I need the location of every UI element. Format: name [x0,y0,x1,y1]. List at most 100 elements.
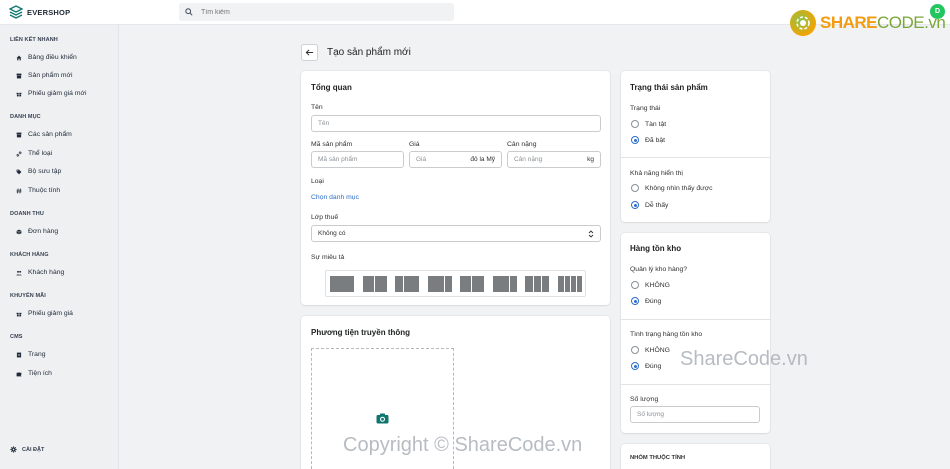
tax-class-select[interactable]: Không có [311,225,601,242]
radio-button-selected[interactable] [631,297,639,305]
sidebar-item-label: Các sản phẩm [28,131,72,138]
description-editor-toolbar [325,270,586,297]
sidebar-item-label: Thuộc tính [28,187,61,194]
inventory-title: Hàng tồn kho [630,244,682,253]
manage-stock-option-yes[interactable]: Đúng [631,297,661,305]
radio-button-selected[interactable] [631,201,639,209]
archive-icon [16,132,22,137]
editor-block-button[interactable] [363,276,387,292]
search-input[interactable] [201,8,441,16]
product-status-title: Trạng thái sản phẩm [630,83,708,92]
sidebar-item-pages[interactable]: Trang [16,351,46,358]
search-bar[interactable] [179,3,454,21]
sidebar-item-new-product[interactable]: Sản phẩm mới [16,72,73,79]
back-button[interactable] [301,44,318,61]
editor-block-button[interactable] [558,276,582,292]
sidebar-section-promotions: KHUYẾN MÃI [10,293,46,299]
gift-icon [16,91,22,96]
tag-icon [16,169,22,174]
weight-suffix: kg [587,156,594,163]
radio-button-selected[interactable] [631,136,639,144]
editor-block-button[interactable] [330,276,354,292]
sidebar-item-attributes[interactable]: Thuộc tính [16,187,60,194]
sku-field[interactable]: Mã sản phẩm [311,151,404,168]
name-field[interactable]: Tên [311,115,601,132]
hash-icon [16,188,22,193]
sidebar-item-label: Sản phẩm mới [28,72,73,79]
sidebar-item-widgets[interactable]: Tiện ích [16,370,52,377]
editor-block-button[interactable] [525,276,549,292]
radio-button[interactable] [631,120,639,128]
overview-title: Tổng quan [311,83,352,92]
sidebar: LIÊN KẾT NHANH Bảng điều khiển Sản phẩm … [0,25,119,469]
sidebar-item-collections[interactable]: Bộ sưu tập [16,168,61,175]
copyright-watermark: Copyright © ShareCode.vn [343,434,583,456]
stock-status-label: Tình trạng hàng tồn kho [630,331,703,338]
visibility-option-label: Dễ thấy [645,201,669,209]
sidebar-item-label: Bộ sưu tập [28,168,62,175]
home-icon [16,55,22,60]
quantity-label: Số lượng [630,396,659,403]
sidebar-item-label: Thể loại [28,150,53,157]
sidebar-item-label: Bảng điều khiển [28,54,77,61]
radio-button[interactable] [631,346,639,354]
settings-label: CÀI ĐẶT [22,446,45,453]
document-icon [16,352,22,357]
sidebar-settings[interactable]: CÀI ĐẶT [10,446,44,453]
visibility-label: Khả năng hiển thị [630,170,683,177]
select-arrows-icon [588,229,594,238]
product-status-card [621,71,770,222]
sidebar-item-orders[interactable]: Đơn hàng [16,228,58,235]
status-label: Trạng thái [630,105,661,112]
media-title: Phương tiện truyền thông [311,328,411,337]
editor-block-button[interactable] [460,276,484,292]
tax-class-label: Lớp thuế [311,214,339,221]
sidebar-item-categories[interactable]: Thể loại [16,150,52,157]
price-field[interactable]: Giá đô la Mỹ [409,151,502,168]
sidebar-item-label: Trang [28,351,46,358]
camera-icon[interactable] [376,413,389,424]
tax-class-value: Không có [318,230,346,237]
editor-block-button[interactable] [395,276,419,292]
weight-label: Cân nặng [507,141,537,148]
sku-label: Mã sản phẩm [311,141,353,148]
stock-status-option-yes[interactable]: Đúng [631,362,661,370]
watermark-logo-right: CODE.vn [877,13,946,32]
select-category-link[interactable]: Chọn danh mục [311,194,359,201]
sidebar-item-dashboard[interactable]: Bảng điều khiển [16,54,77,61]
manage-stock-option-label: KHÔNG [645,281,670,289]
stock-status-option-no[interactable]: KHÔNG [631,346,670,354]
editor-block-button[interactable] [493,276,517,292]
brand-logo[interactable]: EVERSHOP [9,5,70,19]
radio-button[interactable] [631,184,639,192]
radio-button[interactable] [631,281,639,289]
editor-block-button[interactable] [428,276,452,292]
sidebar-item-label: Phiếu giảm giá mới [28,90,87,97]
visibility-option-visible[interactable]: Dễ thấy [631,201,668,209]
radio-button-selected[interactable] [631,362,639,370]
card-divider [621,319,770,320]
stock-status-option-label: KHÔNG [645,346,670,354]
description-label: Sự miêu tả [311,254,345,261]
sidebar-item-new-coupon[interactable]: Phiếu giảm giá mới [16,90,86,97]
price-suffix: đô la Mỹ [470,156,495,163]
status-option-disabled[interactable]: Tàn tật [631,120,666,128]
users-icon [16,270,22,275]
quantity-field[interactable]: Số lượng [630,406,760,423]
sidebar-item-label: Tiện ích [28,370,52,377]
weight-field[interactable]: Cân nặng kg [507,151,601,168]
sidebar-item-products[interactable]: Các sản phẩm [16,131,72,138]
status-option-label: Đã bật [645,136,666,144]
sidebar-section-quick-links: LIÊN KẾT NHANH [10,37,58,43]
visibility-option-hidden[interactable]: Không nhìn thấy được [631,184,713,192]
sidebar-item-customers[interactable]: Khách hàng [16,269,64,276]
manage-stock-option-no[interactable]: KHÔNG [631,281,670,289]
sidebar-item-coupons[interactable]: Phiếu giảm giá [16,310,73,317]
search-icon [185,8,193,16]
watermark-logo-icon [790,10,816,36]
manage-stock-option-label: Đúng [645,297,662,305]
sidebar-section-sales: DOANH THU [10,211,44,217]
visibility-option-label: Không nhìn thấy được [645,184,713,192]
status-option-enabled[interactable]: Đã bật [631,136,665,144]
watermark-logo-text: SHARECODE.vn [820,13,946,33]
